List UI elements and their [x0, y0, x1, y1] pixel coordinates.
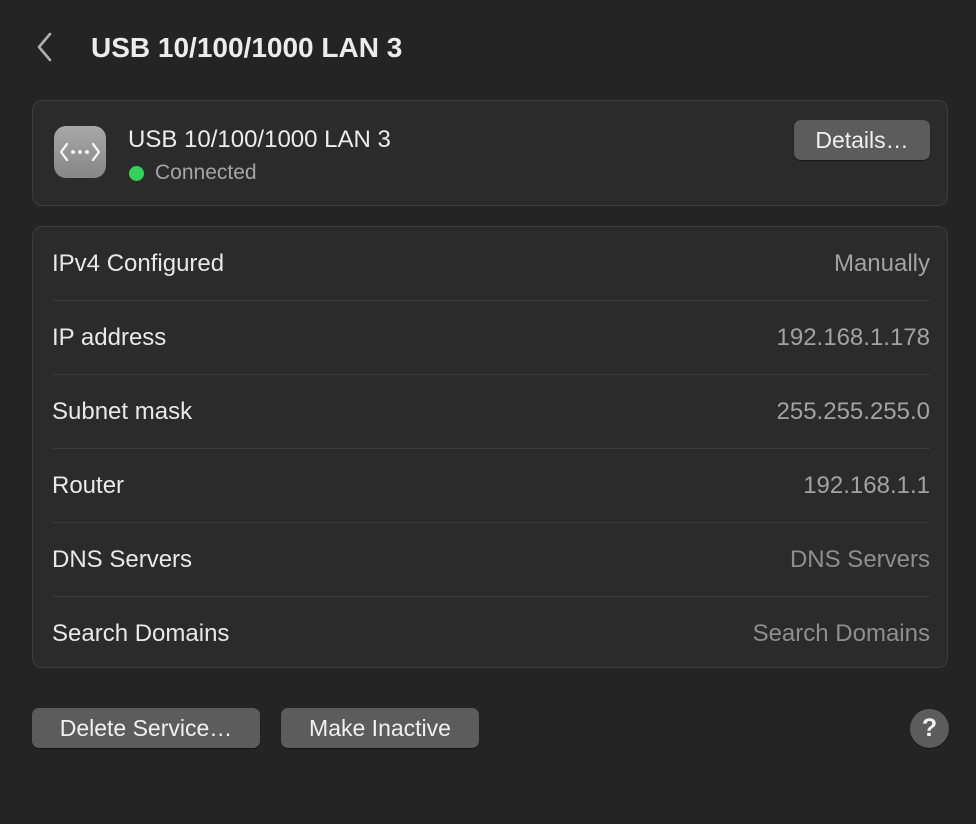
- info-row-dns-servers: DNS Servers DNS Servers: [52, 523, 930, 597]
- row-value: 192.168.1.1: [803, 472, 930, 499]
- delete-service-button[interactable]: Delete Service…: [32, 708, 260, 748]
- service-card: USB 10/100/1000 LAN 3 Connected Details…: [32, 100, 948, 206]
- info-row-search-domains: Search Domains Search Domains: [52, 597, 930, 671]
- info-row-ip-address: IP address 192.168.1.178: [52, 301, 930, 375]
- row-value: 192.168.1.178: [776, 324, 930, 351]
- info-row-router: Router 192.168.1.1: [52, 449, 930, 523]
- help-button[interactable]: ?: [910, 709, 949, 748]
- row-value: Search Domains: [752, 620, 930, 647]
- row-value: Manually: [833, 250, 930, 277]
- ip-info-card: IPv4 Configured Manually IP address 192.…: [32, 226, 948, 668]
- connection-status: Connected: [129, 159, 257, 187]
- row-label: Search Domains: [52, 620, 230, 647]
- info-row-ipv4-configured: IPv4 Configured Manually: [52, 227, 930, 301]
- service-name: USB 10/100/1000 LAN 3: [128, 126, 391, 153]
- network-ethernet-icon: [54, 126, 106, 178]
- row-value: 255.255.255.0: [776, 398, 930, 425]
- details-button[interactable]: Details…: [794, 120, 930, 160]
- info-row-subnet-mask: Subnet mask 255.255.255.0: [52, 375, 930, 449]
- make-inactive-button[interactable]: Make Inactive: [281, 708, 479, 748]
- row-label: IP address: [52, 324, 167, 351]
- header: USB 10/100/1000 LAN 3: [0, 0, 976, 96]
- back-button[interactable]: [28, 28, 60, 66]
- status-text: Connected: [155, 161, 257, 184]
- chevron-left-icon: [37, 32, 52, 62]
- page-title: USB 10/100/1000 LAN 3: [91, 32, 403, 63]
- row-value: DNS Servers: [789, 546, 930, 573]
- row-label: Subnet mask: [52, 398, 193, 425]
- row-label: DNS Servers: [52, 546, 193, 573]
- row-label: Router: [52, 472, 125, 499]
- row-label: IPv4 Configured: [52, 250, 225, 277]
- status-dot-icon: [129, 165, 144, 181]
